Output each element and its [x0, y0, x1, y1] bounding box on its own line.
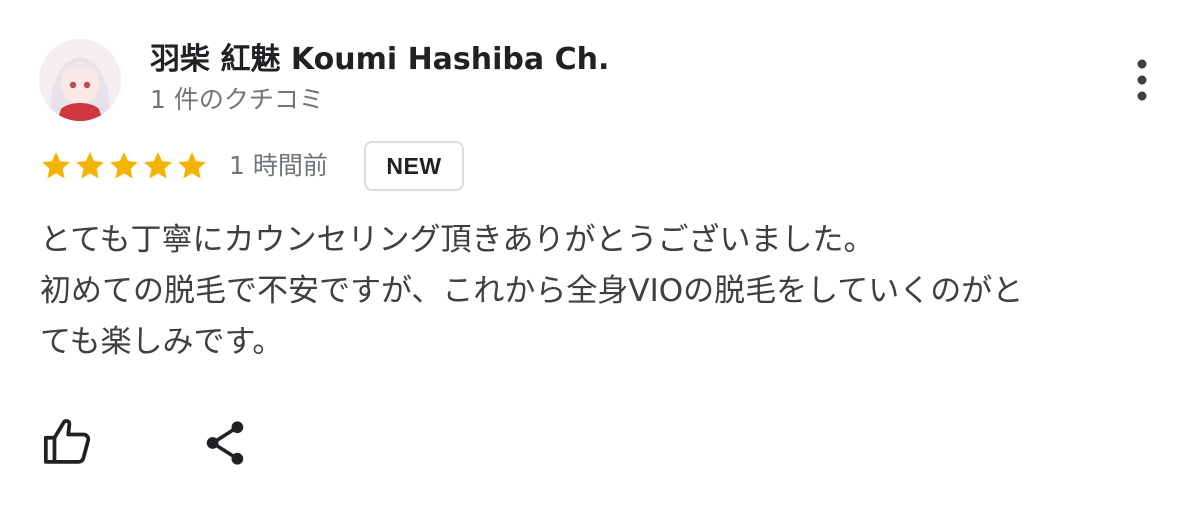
review-text: とても丁寧にカウンセリング頂きありがとうございました。 初めての脱毛で不安ですが… — [40, 215, 1160, 368]
avatar-image — [39, 39, 121, 121]
review-text-line: 初めての脱毛で不安ですが、これから全身VIOの脱毛をしていくのがと — [40, 273, 1024, 309]
thumbs-up-icon — [43, 419, 91, 464]
review-time: 1 時間前 — [229, 151, 328, 180]
reviewer-avatar[interactable] — [39, 39, 121, 121]
star-icon — [144, 152, 172, 179]
new-badge: NEW — [364, 141, 464, 191]
star-icon — [110, 152, 138, 179]
review-card: 羽柴 紅魅 Koumi Hashiba Ch. 1 件のクチコミ 1 時間前 N… — [0, 0, 1200, 514]
more-vert-icon — [1137, 59, 1147, 101]
review-text-line: とても丁寧にカウンセリング頂きありがとうございました。 — [40, 222, 875, 258]
reviewer-name[interactable]: 羽柴 紅魅 Koumi Hashiba Ch. — [150, 40, 609, 80]
star-rating — [39, 148, 209, 184]
review-text-line: ても楽しみです。 — [40, 324, 284, 360]
share-icon — [206, 421, 244, 465]
star-icon — [42, 152, 70, 179]
star-icon — [178, 152, 206, 179]
star-icon — [76, 152, 104, 179]
more-options-button[interactable] — [1120, 52, 1164, 108]
share-button[interactable] — [198, 416, 252, 470]
like-button[interactable] — [40, 414, 96, 470]
review-count[interactable]: 1 件のクチコミ — [150, 82, 324, 118]
